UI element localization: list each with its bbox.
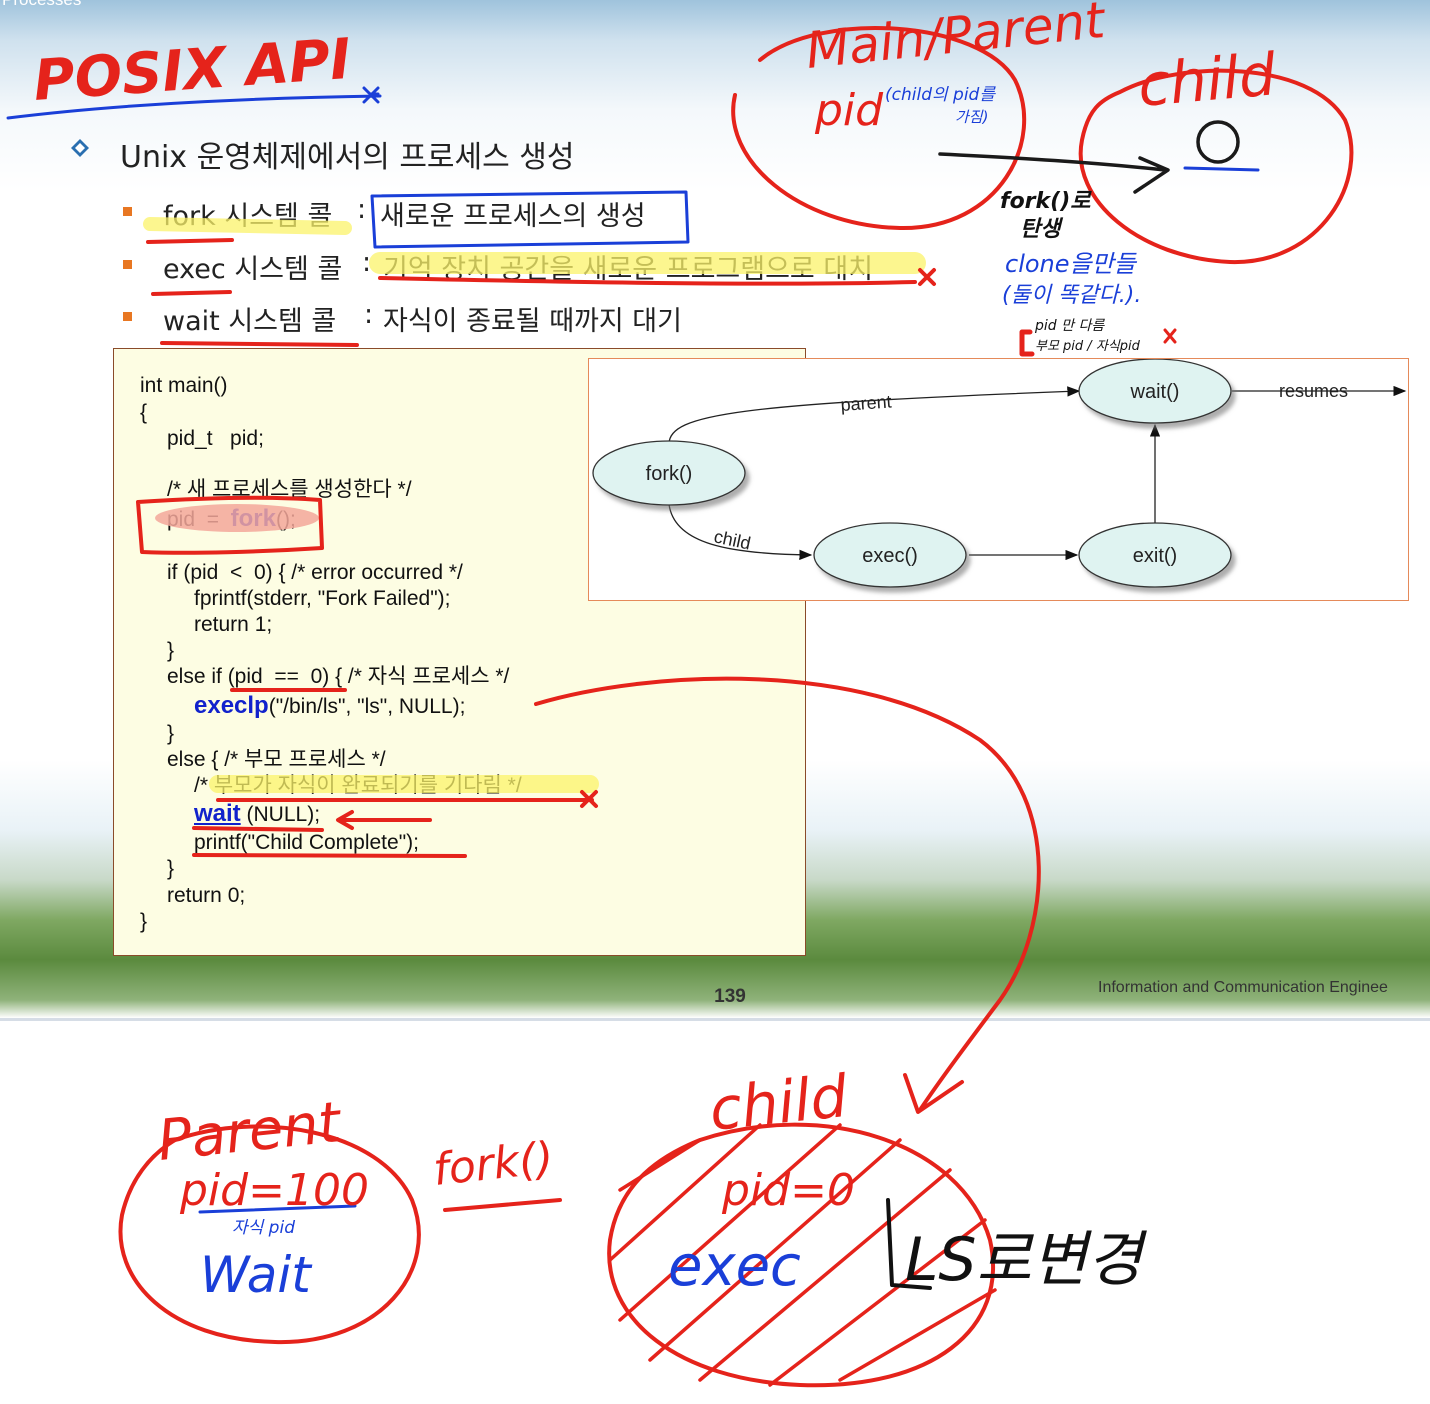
fork-bottom-annotation: fork() xyxy=(431,1133,556,1196)
wait-node-label: wait() xyxy=(1130,381,1180,403)
exec-label: 시스템 콜 xyxy=(234,254,343,285)
exec-name: exec xyxy=(163,254,226,285)
process-diagram: fork() wait() exec() exit() parent child… xyxy=(588,358,1409,601)
ls-note-annotation: LS로변경 xyxy=(905,1225,1148,1295)
wait-label: 시스템 콜 xyxy=(228,306,337,337)
exec-separator: : xyxy=(362,247,372,278)
page-number: 139 xyxy=(714,986,746,1007)
child-pid-annotation: 자식 pid xyxy=(232,1218,295,1238)
code-line: } xyxy=(167,639,175,662)
code-text: (); xyxy=(275,508,296,531)
exec-desc: 기억 장치 공간을 새로운 프로그램으로 대치 xyxy=(383,254,874,285)
code-text: (NULL); xyxy=(240,803,321,826)
code-line: printf("Child Complete"); xyxy=(194,831,419,854)
parent-edge-label: parent xyxy=(840,391,892,415)
execlp-keyword: execlp xyxy=(194,692,269,719)
code-line: fprintf(stderr, "Fork Failed"); xyxy=(194,587,451,610)
wait-separator: : xyxy=(364,299,374,330)
child-edge-label: child xyxy=(712,526,752,553)
fork-keyword: fork xyxy=(230,505,276,532)
code-line: { xyxy=(140,401,148,424)
page-divider xyxy=(0,1018,1430,1021)
code-line-wait: wait (NULL); xyxy=(194,802,320,827)
fork-separator: : xyxy=(357,194,367,225)
bullet-fork: fork 시스템 콜 xyxy=(163,194,332,233)
pid0-annotation: pid=0 xyxy=(721,1165,855,1216)
square-bullet-icon xyxy=(123,312,132,321)
code-line: return 0; xyxy=(167,884,246,907)
fork-label: 시스템 콜 xyxy=(224,201,333,232)
code-line-fork: pid = fork(); xyxy=(167,507,296,532)
pid100-annotation: pid=100 xyxy=(179,1165,369,1216)
slide: Processes Unix 운영체제에서의 프로세스 생성 fork 시스템 … xyxy=(0,0,1430,1018)
code-line: } xyxy=(167,857,175,880)
exit-node-label: exit() xyxy=(1133,545,1177,567)
footer-text: Information and Communication Enginee xyxy=(1098,979,1388,996)
code-line: int main() xyxy=(140,374,228,397)
code-line: } xyxy=(140,910,148,933)
wait-keyword: wait xyxy=(194,800,241,827)
code-line: else { /* 부모 프로세스 */ xyxy=(167,748,386,771)
resumes-label: resumes xyxy=(1279,381,1348,401)
fork-name: fork xyxy=(163,201,216,232)
wait-name: wait xyxy=(163,306,220,337)
code-line: return 1; xyxy=(194,613,273,636)
square-bullet-icon xyxy=(123,260,132,269)
diamond-bullet-icon xyxy=(71,139,89,157)
code-line: pid_t pid; xyxy=(167,427,264,450)
code-line: /* 부모가 자식이 완료되기를 기다림 */ xyxy=(194,774,522,797)
fork-desc: 새로운 프로세스의 생성 xyxy=(380,201,646,232)
parent-bottom-annotation: Parent xyxy=(155,1090,346,1174)
code-line: if (pid < 0) { /* error occurred */ xyxy=(167,561,463,584)
wait-bottom-annotation: Wait xyxy=(200,1246,313,1304)
child-bottom-annotation: child xyxy=(706,1062,851,1144)
exec-bottom-annotation: exec xyxy=(668,1234,801,1299)
code-text: ("/bin/ls", "ls", NULL); xyxy=(268,695,466,718)
code-text: pid = xyxy=(167,508,231,531)
code-line: } xyxy=(167,722,175,745)
code-line-execlp: execlp("/bin/ls", "ls", NULL); xyxy=(194,694,465,719)
exec-node-label: exec() xyxy=(862,545,918,567)
bullet-exec: exec 시스템 콜 xyxy=(163,247,342,286)
slide-title-bullet: Unix 운영체제에서의 프로세스 생성 xyxy=(120,140,575,175)
bullet-wait: wait 시스템 콜 xyxy=(163,299,336,338)
code-line: /* 새 프로세스를 생성한다 */ xyxy=(167,478,412,501)
fork-node-label: fork() xyxy=(646,463,693,485)
wait-desc: 자식이 종료될 때까지 대기 xyxy=(383,306,682,337)
square-bullet-icon xyxy=(123,207,132,216)
code-line: else if (pid == 0) { /* 자식 프로세스 */ xyxy=(167,665,510,688)
slide-header: Processes xyxy=(2,0,81,10)
